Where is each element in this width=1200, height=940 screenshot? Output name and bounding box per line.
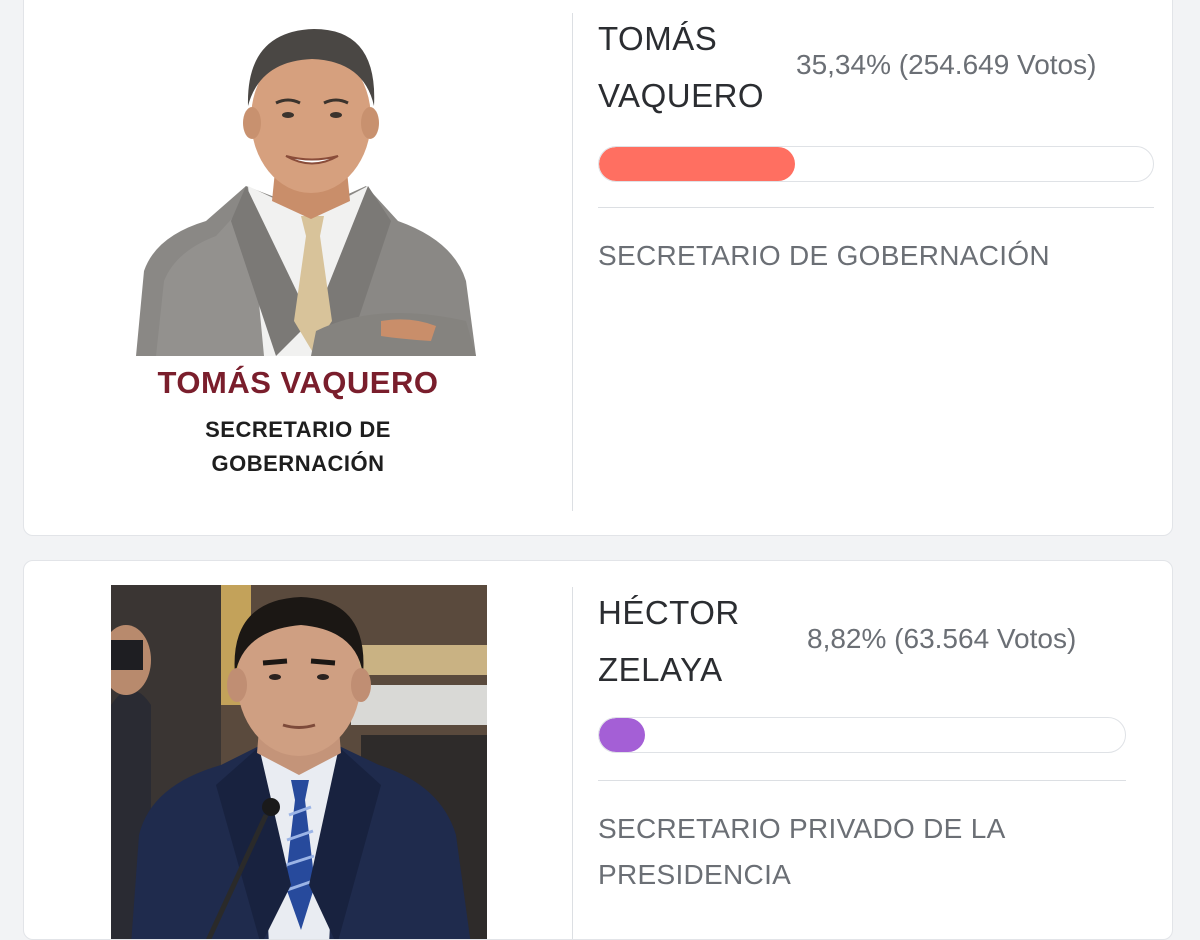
divider [598,780,1126,781]
progress-bar [598,717,1126,753]
candidate-name-line: VAQUERO [598,77,765,114]
candidate-name: TOMÁS VAQUERO [598,10,764,124]
photo-caption-role: SECRETARIO DE GOBERNACIÓN [24,413,572,481]
candidate-role: SECRETARIO DE GOBERNACIÓN [598,240,1050,271]
candidate-name-line: HÉCTOR [598,594,740,631]
vote-percentage: 35,34% (254.649 Votos) [796,49,1097,80]
candidate-role-line: SECRETARIO PRIVADO DE LA [598,813,1006,844]
candidate-name-line: TOMÁS [598,20,718,57]
progress-bar-fill [599,147,795,181]
candidate-photo [136,29,476,356]
candidate-photo [111,585,487,939]
column-divider [572,13,573,511]
candidate-name-line: ZELAYA [598,651,723,688]
candidate-card: HÉCTOR ZELAYA 8,82% (63.564 Votos) SECRE… [23,560,1173,940]
candidate-role-line: PRESIDENCIA [598,859,792,890]
photo-caption-role-line: GOBERNACIÓN [211,451,385,476]
candidate-photo-column: TOMÁS VAQUERO SECRETARIO DE GOBERNACIÓN [24,0,572,535]
candidate-photo-column [24,561,572,939]
divider [598,207,1154,208]
photo-caption-name: TOMÁS VAQUERO [157,365,439,400]
progress-bar [598,146,1154,182]
candidate-card: TOMÁS VAQUERO SECRETARIO DE GOBERNACIÓN … [23,0,1173,536]
candidate-role: SECRETARIO PRIVADO DE LA PRESIDENCIA [598,806,1006,898]
candidate-name: HÉCTOR ZELAYA [598,584,740,698]
vote-percentage: 8,82% (63.564 Votos) [807,623,1077,654]
photo-caption-role-line: SECRETARIO DE [205,417,391,442]
progress-bar-fill [599,718,646,752]
column-divider [572,587,573,939]
